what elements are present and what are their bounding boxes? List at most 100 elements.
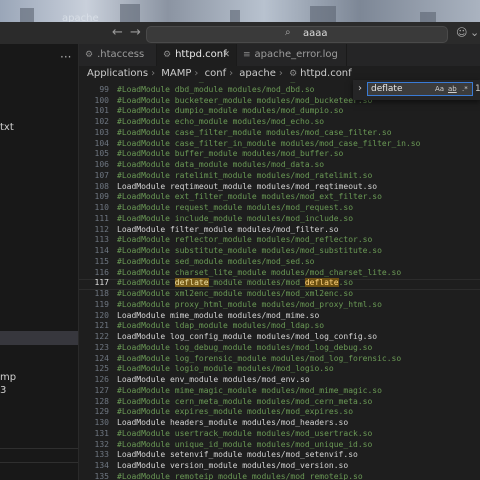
copilot-icon[interactable]: ☺ (456, 26, 467, 39)
line-number: 106 (94, 160, 109, 169)
sidebar-item[interactable]: txt (0, 122, 14, 133)
tab-htaccess[interactable]: ⚙ .htaccess (79, 44, 157, 66)
chevron-right-icon: › (278, 68, 283, 79)
code-line[interactable]: #LoadModule log_debug_module modules/mod… (117, 343, 372, 352)
line-number: 121 (94, 321, 109, 331)
find-widget: › deflate Aa ab .* 1 (353, 80, 480, 100)
code-line[interactable]: LoadModule filter_module modules/mod_fil… (117, 225, 339, 234)
breadcrumb-item[interactable]: conf (205, 68, 226, 79)
line-number: 122 (94, 332, 109, 341)
code-line[interactable]: #LoadModule deflate_module modules/mod_d… (117, 278, 353, 288)
tab-label: .htaccess (97, 49, 145, 60)
code-line[interactable]: LoadModule reqtimeout_module modules/mod… (117, 182, 377, 191)
code-line[interactable]: #LoadModule reflector_module modules/mod… (117, 235, 372, 244)
breadcrumb-item[interactable]: apache (239, 68, 276, 79)
code-line[interactable]: #LoadModule dbd_module modules/mod_dbd.s… (117, 85, 314, 94)
code-line[interactable]: LoadModule version_module modules/mod_ve… (117, 461, 348, 470)
code-line[interactable]: #LoadModule include_module modules/mod_i… (117, 214, 353, 223)
line-number: 110 (94, 203, 109, 212)
code-line[interactable]: #LoadModule ratelimit_module modules/mod… (117, 171, 372, 180)
forward-button[interactable]: → (130, 25, 141, 40)
toggle-replace-icon[interactable]: › (358, 83, 362, 94)
code-line[interactable]: #LoadModule echo_module modules/mod_echo… (117, 117, 324, 126)
line-number: 99 (99, 84, 109, 94)
code-line[interactable]: #LoadModule bucketeer_module modules/mod… (117, 96, 372, 105)
line-number: 115 (94, 256, 109, 266)
code-line[interactable]: #LoadModule charset_lite_module modules/… (117, 268, 401, 277)
code-line[interactable]: #LoadModule case_filter_module modules/m… (117, 128, 392, 137)
code-line[interactable]: #LoadModule request_module modules/mod_r… (117, 203, 353, 212)
line-number: 131 (94, 428, 109, 438)
editor-tabs: ⚙ .htaccess ⚙ httpd.conf ✕ ≡ apache_error.l… (79, 44, 480, 67)
close-icon[interactable]: ✕ (222, 44, 230, 66)
match-count: 1 (475, 84, 480, 94)
line-number: 133 (94, 450, 109, 460)
command-center-search[interactable]: ⌕ aaaa (146, 26, 448, 43)
tab-apache-error-log[interactable]: ≡ apache_error.log (237, 44, 347, 66)
line-number: 135 (94, 471, 109, 480)
line-number: 100 (94, 95, 109, 105)
code-line[interactable]: LoadModule mime_module modules/mod_mime.… (117, 311, 319, 320)
line-number: 118 (94, 289, 109, 298)
code-line[interactable]: #LoadModule xml2enc_module modules/mod_x… (117, 289, 353, 298)
back-button[interactable]: ← (112, 25, 123, 40)
tab-label: httpd.conf (175, 49, 227, 60)
code-line[interactable]: #LoadModule mime_magic_module modules/mo… (117, 386, 382, 395)
line-number: 124 (94, 353, 109, 363)
line-number: 120 (94, 310, 109, 320)
code-line[interactable]: #LoadModule buffer_module modules/mod_bu… (117, 149, 343, 158)
line-number: 112 (94, 224, 109, 234)
tab-httpd-conf[interactable]: ⚙ httpd.conf ✕ (157, 44, 237, 66)
line-number: 98 (79, 82, 109, 83)
chevron-down-icon[interactable]: ⌄ (470, 26, 479, 39)
line-number: 107 (94, 170, 109, 180)
code-line[interactable]: #LoadModule sed_module modules/mod_sed.s… (117, 257, 314, 266)
code-line[interactable]: #LoadModule ldap_module modules/mod_ldap… (117, 321, 324, 330)
search-match-highlight: deflate (304, 278, 339, 288)
line-number: 114 (94, 246, 109, 255)
breadcrumb-item[interactable]: MAMP (161, 68, 191, 79)
code-line[interactable]: #LoadModule cern_meta_module modules/mod… (117, 397, 372, 406)
code-line[interactable]: #LoadModule usertrack_module modules/mod… (117, 429, 372, 438)
breadcrumb-item[interactable]: Applications (87, 68, 148, 79)
find-input[interactable]: deflate Aa ab .* (367, 82, 473, 96)
code-line[interactable]: #LoadModule dumpio_module modules/mod_du… (117, 106, 343, 115)
line-number: 105 (94, 149, 109, 159)
code-line[interactable]: #LoadModule data_module modules/mod_data… (117, 160, 324, 169)
code-line[interactable]: #LoadModule remoteip_module modules/mod_… (117, 472, 363, 480)
search-match-highlight: deflate (174, 278, 209, 288)
match-case-toggle[interactable]: Aa (435, 85, 444, 93)
gear-icon: ⚙ (163, 50, 172, 60)
code-line[interactable]: #LoadModule logio_module modules/mod_log… (117, 364, 334, 373)
code-line[interactable]: LoadModule headers_module modules/mod_he… (117, 418, 348, 427)
code-editor[interactable]: 98 #LoadModule macro_module modules/mod_m… (79, 82, 480, 480)
breadcrumb-item[interactable]: httpd.conf (300, 68, 352, 79)
code-line[interactable]: LoadModule log_config_module modules/mod… (117, 332, 377, 341)
regex-toggle[interactable]: .* (462, 85, 468, 93)
code-line[interactable]: #LoadModule proxy_html_module modules/mo… (117, 300, 382, 309)
code-line[interactable]: #LoadModule ext_filter_module modules/mo… (117, 192, 382, 201)
line-number: 126 (94, 375, 109, 384)
search-icon: ⌕ (285, 27, 291, 38)
code-line[interactable]: #LoadModule macro_module modules/mod_mac… (117, 82, 334, 83)
sidebar-item[interactable]: 3 (0, 385, 6, 396)
code-line[interactable]: #LoadModule log_forensic_module modules/… (117, 354, 401, 363)
sidebar-selected-item[interactable] (0, 331, 78, 345)
line-number: 103 (94, 127, 109, 137)
code-line[interactable]: #LoadModule substitute_module modules/mo… (117, 246, 382, 255)
sidebar-item[interactable]: mp (0, 372, 16, 383)
find-input-value: deflate (371, 84, 403, 94)
code-line[interactable]: #LoadModule case_filter_in_module module… (117, 139, 420, 148)
line-number: 130 (94, 418, 109, 427)
explorer-sidebar: ··· txt mp 3 (0, 44, 79, 480)
code-line[interactable]: LoadModule env_module modules/mod_env.so (117, 375, 310, 384)
line-number: 104 (94, 138, 109, 148)
line-number: 108 (94, 181, 109, 191)
code-line[interactable]: #LoadModule expires_module modules/mod_e… (117, 407, 353, 416)
sidebar-divider (0, 462, 78, 463)
gear-icon: ⚙ (289, 69, 298, 79)
code-line[interactable]: LoadModule setenvif_module modules/mod_s… (117, 450, 358, 459)
code-line[interactable]: #LoadModule unique_id_module modules/mod… (117, 440, 372, 449)
more-actions-icon[interactable]: ··· (60, 50, 71, 64)
whole-word-toggle[interactable]: ab (448, 85, 457, 93)
